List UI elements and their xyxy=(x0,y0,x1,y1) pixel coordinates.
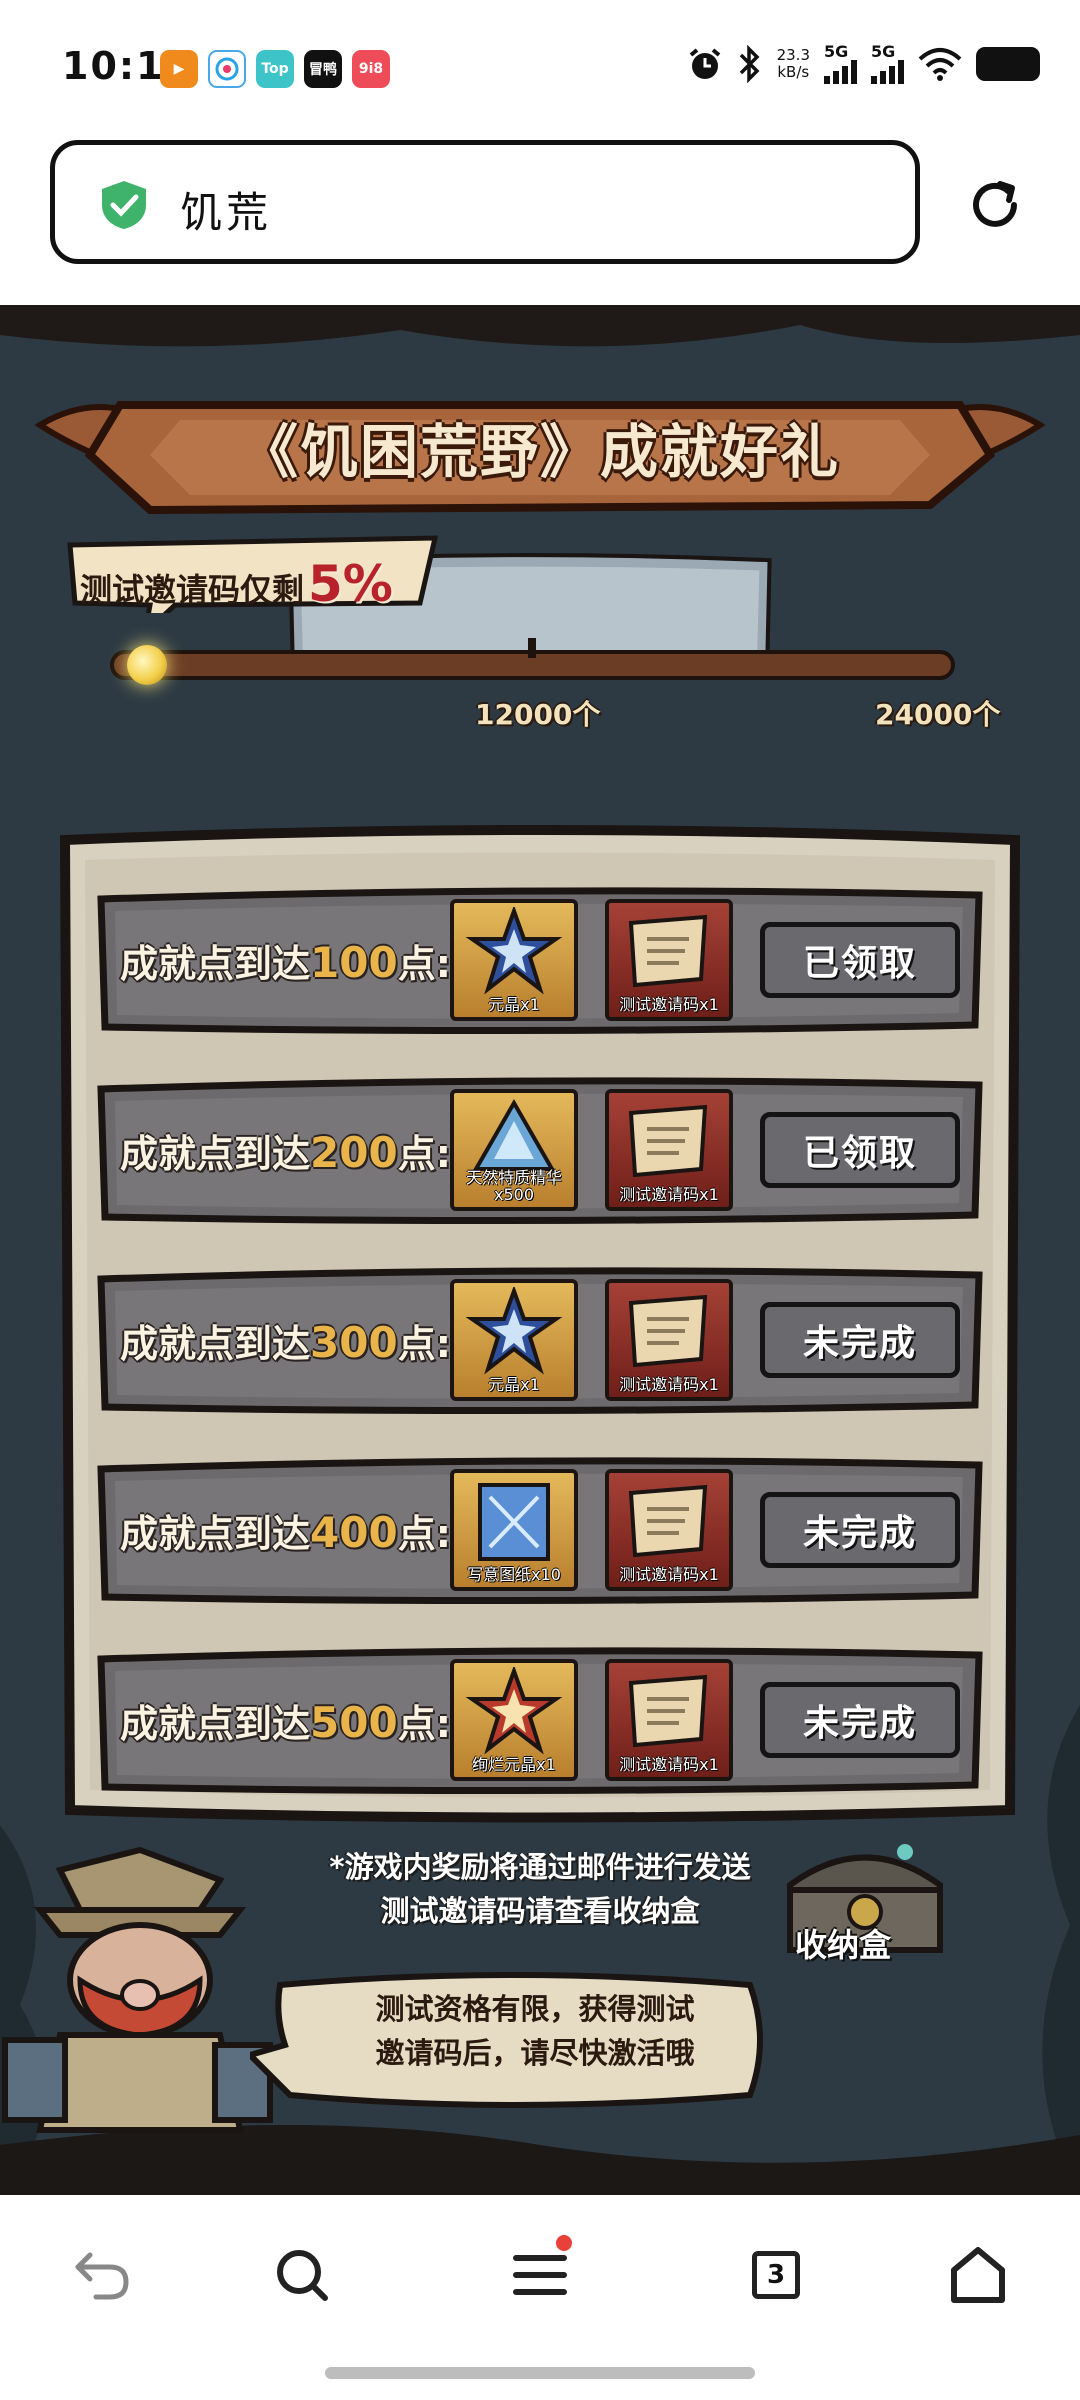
system-icons: 23.3 kB/s 5G 5G xyxy=(687,44,1040,84)
claim-status-button[interactable]: 已领取 xyxy=(760,922,960,998)
character-illustration xyxy=(2,1846,273,2133)
home-icon xyxy=(951,2247,1005,2303)
invite-code-slot[interactable]: 测试邀请码x1 xyxy=(605,1659,733,1781)
reward-item-slot[interactable]: 写意图纸x10 xyxy=(450,1469,578,1591)
reward-item-slot[interactable]: 天然特质精华x500 xyxy=(450,1089,578,1211)
notification-icons: ▶ Top 冒鸭 9i8 xyxy=(160,50,390,88)
alarm-icon xyxy=(689,48,720,79)
menu-button[interactable] xyxy=(500,2235,580,2315)
reward-item-slot[interactable]: 绚烂元晶x1 xyxy=(450,1659,578,1781)
invite-code-caption: 测试邀请码x1 xyxy=(619,1565,719,1584)
maoya-app-icon: 冒鸭 xyxy=(304,50,342,88)
invite-code-slot[interactable]: 测试邀请码x1 xyxy=(605,899,733,1021)
address-bar[interactable]: 饥荒 xyxy=(50,140,920,264)
notification-dot xyxy=(556,2235,572,2251)
tab-count: 3 xyxy=(752,2251,800,2299)
reward-row: 成就点到达300点: 元晶x1 测试邀请码x1 未完成 xyxy=(95,1265,985,1415)
invite-code-caption: 测试邀请码x1 xyxy=(619,1375,719,1394)
pptv-app-icon: ▶ xyxy=(160,50,198,88)
reward-row-label: 成就点到达200点: xyxy=(120,1128,451,1177)
url-text[interactable]: 饥荒 xyxy=(180,179,272,240)
reward-row: 成就点到达400点: 写意图纸x10 测试邀请码x1 未完成 xyxy=(95,1455,985,1605)
reward-row-label: 成就点到达400点: xyxy=(120,1508,451,1557)
required-points: 100 xyxy=(310,938,398,987)
reward-item-caption: 元晶x1 xyxy=(488,1375,540,1394)
mobile-app-icon xyxy=(208,50,246,88)
required-points: 500 xyxy=(310,1698,398,1747)
invite-code-slot[interactable]: 测试邀请码x1 xyxy=(605,1469,733,1591)
refresh-icon[interactable] xyxy=(966,176,1024,234)
security-shield-icon xyxy=(102,181,146,229)
reward-item-caption: 写意图纸x10 xyxy=(467,1565,561,1584)
bluetooth-icon xyxy=(739,45,760,83)
storage-box-label[interactable]: 收纳盒 xyxy=(795,1920,891,1966)
invite-code-slot[interactable]: 测试邀请码x1 xyxy=(605,1279,733,1401)
search-icon xyxy=(277,2250,328,2301)
signal-2: 5G xyxy=(871,44,904,84)
reward-row-label: 成就点到达300点: xyxy=(120,1318,451,1367)
back-arrow-icon xyxy=(75,2252,129,2300)
invite-code-caption: 测试邀请码x1 xyxy=(619,995,719,1014)
menu-icon xyxy=(513,2255,567,2295)
milestone-label-1: 12000个 xyxy=(475,698,601,731)
game-app-icon: 9i8 xyxy=(352,50,390,88)
invite-remaining-label: 测试邀请码仅剩5% xyxy=(80,555,393,613)
reward-item-slot[interactable]: 元晶x1 xyxy=(450,1279,578,1401)
milestone-tick-1 xyxy=(528,638,536,658)
invite-code-caption: 测试邀请码x1 xyxy=(619,1185,719,1204)
tabs-button[interactable]: 3 xyxy=(736,2235,816,2315)
reward-item-caption: 元晶x1 xyxy=(488,995,540,1014)
claim-status-button[interactable]: 未完成 xyxy=(760,1492,960,1568)
wifi-icon xyxy=(918,48,962,81)
milestone-label-2: 24000个 xyxy=(875,698,1001,731)
top-app-icon: Top xyxy=(256,50,294,88)
reward-row: 成就点到达200点: 天然特质精华x500 测试邀请码x1 已领取 xyxy=(95,1075,985,1225)
reward-row-label: 成就点到达100点: xyxy=(120,938,451,987)
search-button[interactable] xyxy=(262,2235,342,2315)
required-points: 400 xyxy=(310,1508,398,1557)
reward-row: 成就点到达500点: 绚烂元晶x1 测试邀请码x1 未完成 xyxy=(95,1645,985,1795)
game-event-page: 《饥困荒野》成就好礼 测试邀请码仅剩5% 12000个 24000个 成就点到达… xyxy=(0,305,1080,2195)
invite-code-caption: 测试邀请码x1 xyxy=(619,1755,719,1774)
signal-1: 5G xyxy=(824,44,857,84)
home-indicator[interactable] xyxy=(325,2367,755,2379)
invite-remaining-percent: 5% xyxy=(308,555,393,613)
progress-knob xyxy=(126,645,167,685)
claim-status-button[interactable]: 已领取 xyxy=(760,1112,960,1188)
home-button[interactable] xyxy=(938,2235,1018,2315)
reward-note: *游戏内奖励将通过邮件进行发送 测试邀请码请查看收纳盒 xyxy=(329,1850,751,1928)
claim-status-button[interactable]: 未完成 xyxy=(760,1682,960,1758)
speech-bubble-text: 测试资格有限，获得测试 邀请码后，请尽快激活哦 xyxy=(375,1992,695,2070)
required-points: 200 xyxy=(310,1128,398,1177)
back-button[interactable] xyxy=(62,2235,142,2315)
claim-status-button[interactable]: 未完成 xyxy=(760,1302,960,1378)
invite-code-slot[interactable]: 测试邀请码x1 xyxy=(605,1089,733,1211)
reward-item-slot[interactable]: 元晶x1 xyxy=(450,899,578,1021)
reward-item-caption: 天然特质精华x500 xyxy=(465,1168,562,1204)
status-bar: 10:18 ▶ Top 冒鸭 9i8 23.3 kB/s 5G 5G xyxy=(0,0,1080,130)
event-title: 《饥困荒野》成就好礼 xyxy=(239,418,840,486)
reward-item-caption: 绚烂元晶x1 xyxy=(472,1755,556,1774)
required-points: 300 xyxy=(310,1318,398,1367)
reward-row: 成就点到达100点: 元晶x1 测试邀请码x1 已领取 xyxy=(95,885,985,1035)
reward-row-label: 成就点到达500点: xyxy=(120,1698,451,1747)
battery-icon xyxy=(976,47,1040,81)
net-speed: 23.3 kB/s xyxy=(776,46,810,81)
